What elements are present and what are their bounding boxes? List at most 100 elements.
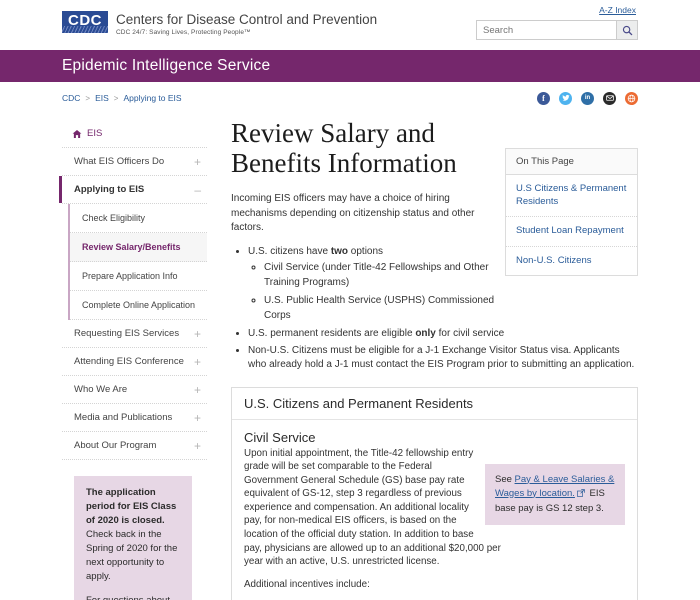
sidebar-subitem-label: Prepare Application Info <box>82 271 178 281</box>
email-icon[interactable] <box>603 91 616 105</box>
sidebar-item-what-eis-officers-do[interactable]: What EIS Officers Do + <box>62 148 207 176</box>
main-content: On This Page U.S Citizens & Permanent Re… <box>207 114 638 600</box>
sidebar-subitem-label: Check Eligibility <box>82 213 146 223</box>
sidebar-item-label: Applying to EIS <box>74 184 145 195</box>
site-banner: Epidemic Intelligence Service <box>0 50 700 82</box>
callout-lead: See <box>495 473 515 485</box>
org-name: Centers for Disease Control and Preventi… <box>116 12 378 27</box>
minus-icon[interactable]: – <box>194 184 203 196</box>
on-this-page-heading: On This Page <box>506 149 637 175</box>
sidebar-item-label: Attending EIS Conference <box>74 356 184 367</box>
breadcrumb-separator: > <box>85 93 91 103</box>
sidebar-item-requesting-eis-services[interactable]: Requesting EIS Services + <box>62 320 207 348</box>
civil-service-paragraph: Upon initial appointment, the Title-42 f… <box>244 447 501 568</box>
bullet-2-bold: only <box>415 328 436 339</box>
on-this-page-link-student-loan[interactable]: Student Loan Repayment <box>506 217 637 247</box>
page-body: EIS What EIS Officers Do + Applying to E… <box>0 114 700 600</box>
notice-paragraph-1: The application period for EIS Class of … <box>86 486 180 584</box>
sidebar-item-media-and-publications[interactable]: Media and Publications + <box>62 404 207 432</box>
notice-rest: Check back in the Spring of 2020 for the… <box>86 529 178 582</box>
sidebar-nav: EIS What EIS Officers Do + Applying to E… <box>59 114 207 600</box>
social-links: f in <box>537 91 638 105</box>
sidebar-item-complete-online-application[interactable]: Complete Online Application <box>70 291 207 320</box>
bullet-2-pre: U.S. permanent residents are eligible <box>248 328 416 339</box>
sidebar-item-prepare-application-info[interactable]: Prepare Application Info <box>70 262 207 291</box>
list-item: U.S. citizens have two options Civil Ser… <box>248 245 520 324</box>
sidebar-item-about-our-program[interactable]: About Our Program + <box>62 432 207 460</box>
sidebar-item-check-eligibility[interactable]: Check Eligibility <box>70 204 207 233</box>
notice-paragraph-2: For questions about the EIS program, ple… <box>86 594 180 600</box>
section-body: See Pay & Leave Salaries & Wages by loca… <box>232 420 637 600</box>
incentives-list: Thrift Savings Plan Federal Employees Re… <box>244 596 625 600</box>
org-tagline: CDC 24/7: Saving Lives, Protecting Peopl… <box>116 29 251 36</box>
banner-title: Epidemic Intelligence Service <box>62 57 271 74</box>
twitter-bird-icon <box>561 94 570 101</box>
breadcrumb-item-cdc[interactable]: CDC <box>62 93 80 103</box>
incentives-lead: Additional incentives include: <box>244 578 370 590</box>
plus-icon[interactable]: + <box>194 156 203 168</box>
bullet-1-pre: U.S. citizens have <box>248 245 331 257</box>
sidebar-item-who-we-are[interactable]: Who We Are + <box>62 376 207 404</box>
search-form <box>476 20 638 40</box>
sidebar-subitem-label: Review Salary/Benefits <box>82 242 181 252</box>
search-button[interactable] <box>616 20 638 40</box>
az-index-link[interactable]: A-Z Index <box>476 5 636 15</box>
section-card-us-citizens: U.S. Citizens and Permanent Residents Se… <box>231 386 638 600</box>
cdc-logo-mark: CDC <box>62 11 108 33</box>
syndicate-icon[interactable] <box>625 91 638 105</box>
bullet-2-post: for civil service <box>435 328 505 339</box>
application-notice: The application period for EIS Class of … <box>74 476 192 600</box>
header-utilities: A-Z Index <box>476 0 638 40</box>
search-input[interactable] <box>476 20 616 40</box>
breadcrumb-separator: > <box>113 93 119 103</box>
breadcrumb-row: CDC > EIS > Applying to EIS f in <box>0 82 700 114</box>
civil-service-heading: Civil Service <box>244 429 316 445</box>
sidebar-item-label: Media and Publications <box>74 412 173 423</box>
page-root: CDC Centers for Disease Control and Prev… <box>0 0 700 600</box>
envelope-icon <box>605 95 614 101</box>
cdc-logo-text: Centers for Disease Control and Preventi… <box>116 11 377 36</box>
list-item: Non-U.S. Citizens must be eligible for a… <box>248 344 638 373</box>
pay-scale-callout: See Pay & Leave Salaries & Wages by loca… <box>485 463 625 525</box>
sidebar-item-applying-to-eis[interactable]: Applying to EIS – <box>59 176 207 204</box>
bullet-1-bold: two <box>330 245 349 257</box>
globe-share-icon <box>627 94 636 102</box>
notice-contact-text: For questions about the EIS program, ple… <box>86 595 170 600</box>
sidebar-item-review-salary-benefits[interactable]: Review Salary/Benefits <box>70 233 207 262</box>
intro-paragraph: Incoming EIS officers may have a choice … <box>231 193 475 233</box>
breadcrumb-item-eis[interactable]: EIS <box>95 93 109 103</box>
external-link-icon <box>577 488 585 502</box>
linkedin-icon[interactable]: in <box>581 91 594 105</box>
section-heading: U.S. Citizens and Permanent Residents <box>232 388 637 420</box>
sidebar-item-attending-eis-conference[interactable]: Attending EIS Conference + <box>62 348 207 376</box>
sidebar-item-label: Requesting EIS Services <box>74 328 180 339</box>
sidebar-item-label: About Our Program <box>74 440 157 451</box>
plus-icon[interactable]: + <box>194 384 203 396</box>
breadcrumb: CDC > EIS > Applying to EIS <box>62 93 182 103</box>
plus-icon[interactable]: + <box>194 328 203 340</box>
plus-icon[interactable]: + <box>194 440 203 452</box>
search-icon <box>622 25 632 35</box>
cdc-logo[interactable]: CDC Centers for Disease Control and Prev… <box>62 0 377 36</box>
sidebar-subitem-label: Complete Online Application <box>82 300 196 310</box>
sidebar-item-label: Who We Are <box>74 384 128 395</box>
plus-icon[interactable]: + <box>194 412 203 424</box>
home-icon <box>72 129 82 139</box>
notice-bold-lead: The application period for EIS Class of … <box>86 487 177 526</box>
twitter-icon[interactable] <box>559 91 572 105</box>
bullet-1-post: options <box>348 245 384 257</box>
sidebar-subnav: Check Eligibility Review Salary/Benefits… <box>68 204 207 320</box>
hiring-options-sublist: Civil Service (under Title-42 Fellowship… <box>248 261 520 323</box>
sidebar-item-label: What EIS Officers Do <box>74 156 165 167</box>
facebook-icon[interactable]: f <box>537 91 550 105</box>
plus-icon[interactable]: + <box>194 356 203 368</box>
sidebar-home-label: EIS <box>87 128 103 139</box>
sidebar-item-home[interactable]: EIS <box>62 120 207 148</box>
list-item: U.S. Public Health Service (USPHS) Commi… <box>264 294 520 323</box>
list-item: Thrift Savings Plan <box>261 596 625 600</box>
on-this-page-box: On This Page U.S Citizens & Permanent Re… <box>505 148 638 276</box>
cdc-logo-letters: CDC <box>68 12 102 29</box>
breadcrumb-item-applying[interactable]: Applying to EIS <box>123 93 181 103</box>
on-this-page-link-citizens[interactable]: U.S Citizens & Permanent Residents <box>506 175 637 217</box>
on-this-page-link-non-us-citizens[interactable]: Non-U.S. Citizens <box>506 247 637 276</box>
